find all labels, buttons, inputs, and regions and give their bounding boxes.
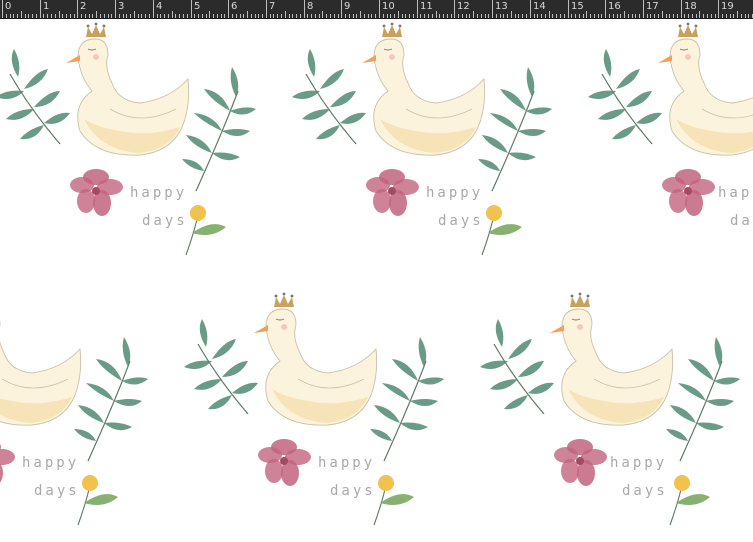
swan-pattern: happy days happy days happy days happy d… <box>0 22 753 526</box>
ruler-tick-label: 14 <box>533 1 546 12</box>
ruler-tick-label: 13 <box>495 1 508 12</box>
ruler-tick-label: 5 <box>194 1 201 12</box>
happy-text: happy <box>610 455 667 471</box>
ruler-tick-label: 3 <box>118 1 125 12</box>
canvas-area[interactable]: happy days happy days happy days happy d… <box>0 19 753 542</box>
ruler-tick-label: 2 <box>80 1 87 12</box>
days-text: days <box>142 213 188 229</box>
ruler-tick-label: 1 <box>43 1 50 12</box>
ruler-tick-label: 16 <box>608 1 621 12</box>
ruler-tick-label: 11 <box>420 1 433 12</box>
ruler-tick-label: 9 <box>344 1 351 12</box>
ruler-tick-label: 0 <box>5 1 12 12</box>
ruler-tick-label: 8 <box>307 1 314 12</box>
days-text: days <box>438 213 484 229</box>
happy-text: happy <box>130 185 187 201</box>
days-text: days <box>622 483 668 499</box>
horizontal-ruler[interactable]: 0 1 2 3 4 5 6 7 8 9 10 11 12 13 14 15 16 17 18 19 <box>0 0 753 19</box>
happy-text: happy <box>22 455 79 471</box>
ruler-tick-label: 17 <box>646 1 659 12</box>
happy-text: happy <box>426 185 483 201</box>
ruler-tick-label: 4 <box>156 1 163 12</box>
days-text: days <box>730 213 753 229</box>
ruler-tick-label: 19 <box>721 1 734 12</box>
days-text: days <box>330 483 376 499</box>
happy-text: happy <box>318 455 375 471</box>
ruler-tick-label: 15 <box>571 1 584 12</box>
days-text: days <box>34 483 80 499</box>
happy-text: happy <box>718 185 753 201</box>
ruler-tick-label: 12 <box>457 1 470 12</box>
ruler-tick-label: 18 <box>684 1 697 12</box>
ruler-tick-label: 10 <box>382 1 395 12</box>
ruler-tick-label: 6 <box>231 1 238 12</box>
ruler-tick-label: 7 <box>269 1 276 12</box>
ruler-ticks <box>2 0 753 18</box>
